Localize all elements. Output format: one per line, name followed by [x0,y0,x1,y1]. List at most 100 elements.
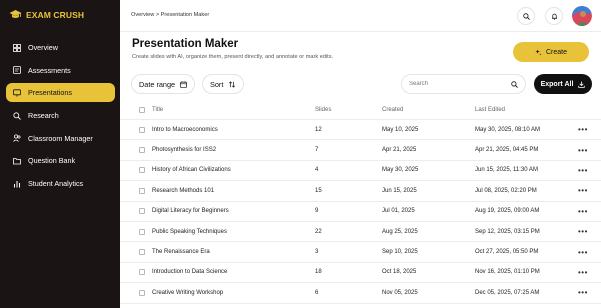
row-created: Oct 18, 2025 [382,269,417,276]
row-checkbox[interactable] [139,147,145,154]
create-button[interactable]: Create [513,42,589,62]
sparkle-icon [535,48,542,55]
column-header-last-edited[interactable]: Last Edited [475,100,505,119]
sidebar-item-assessments[interactable]: Assessments [6,61,115,80]
sidebar-nav: Overview Assessments Presentations Resea… [6,38,115,197]
more-options-icon[interactable]: ••• [578,263,588,282]
more-options-icon[interactable]: ••• [578,202,588,221]
sidebar-item-student-analytics[interactable]: Student Analytics [6,174,115,193]
export-all-button[interactable]: Export All [534,74,592,94]
row-checkbox[interactable] [139,126,145,133]
more-options-icon[interactable]: ••• [578,161,588,180]
column-header-slides[interactable]: Slides [315,100,331,119]
sidebar-item-classroom-manager[interactable]: Classroom Manager [6,129,115,148]
sort-button[interactable]: Sort [202,74,245,94]
column-header-created[interactable]: Created [382,100,403,119]
row-created: Aug 25, 2025 [382,228,418,235]
row-title[interactable]: History of African Civilizations [152,161,231,180]
row-created: Nov 05, 2025 [382,289,418,296]
row-title[interactable]: Digital Literacy for Beginners [152,202,229,221]
row-created: Jul 01, 2025 [382,208,415,215]
row-title[interactable]: Public Speaking Techniques [152,222,227,241]
row-slides: 18 [315,269,322,276]
notifications-button[interactable] [545,7,563,25]
sidebar-item-label: Assessments [28,65,71,75]
date-range-filter[interactable]: Date range [131,74,196,94]
column-header-title[interactable]: Title [152,100,163,119]
avatar[interactable] [572,6,592,26]
app-name: EXAM CRUSH [26,9,85,20]
table-header-row: Title Slides Created Last Edited [120,100,601,120]
row-last-edited: May 30, 2025, 08:10 AM [475,126,541,133]
table-row[interactable]: Creative Writing Workshop 6 Nov 05, 2025… [120,283,601,304]
sidebar-item-label: Overview [28,43,58,52]
date-range-label: Date range [139,79,176,89]
row-title[interactable]: Creative Writing Workshop [152,283,223,302]
bar-chart-icon [14,180,20,188]
create-button-label: Create [545,48,567,56]
calendar-icon [180,80,187,88]
top-bar: Overview > Presentation Maker [120,0,601,32]
row-created: May 30, 2025 [382,167,419,174]
row-last-edited: Jun 15, 2025, 11:30 AM [475,167,538,174]
search-icon [511,80,518,88]
search-input[interactable] [409,81,499,87]
row-title[interactable]: Research Methods 101 [152,181,214,200]
select-all-checkbox[interactable] [139,106,145,113]
dashboard-icon [13,43,21,52]
sidebar-item-label: Research [28,111,59,121]
row-checkbox[interactable] [139,208,145,215]
row-created: Jun 15, 2025 [382,187,417,194]
row-slides: 3 [315,249,319,256]
row-checkbox[interactable] [139,167,145,174]
search-icon [13,111,21,120]
table-row[interactable]: Introduction to Data Science 18 Oct 18, … [120,263,601,284]
sort-arrows-icon [229,80,236,88]
row-last-edited: Aug 19, 2025, 09:00 AM [475,208,540,215]
row-title[interactable]: Intro to Macroeconomics [152,120,218,139]
row-last-edited: Apr 21, 2025, 04:45 PM [475,147,539,154]
table-row[interactable]: The Renaissance Era 3 Sep 10, 2025 Oct 2… [120,242,601,263]
table-row[interactable]: Public Speaking Techniques 22 Aug 25, 20… [120,222,601,243]
search-icon [522,12,530,20]
user-avatar-icon [572,6,592,26]
search-button[interactable] [517,7,535,25]
row-created: Sep 10, 2025 [382,249,418,256]
sidebar-item-label: Question Bank [28,156,76,166]
breadcrumb: Overview > Presentation Maker [131,12,210,18]
sidebar-item-presentations[interactable]: Presentations [6,83,115,103]
row-checkbox[interactable] [139,187,145,194]
sidebar: EXAM CRUSH Overview Assessments Presenta… [0,0,120,308]
sidebar-item-research[interactable]: Research [6,106,115,125]
table-row[interactable]: History of African Civilizations 4 May 3… [120,161,601,182]
more-options-icon[interactable]: ••• [578,181,588,200]
row-title[interactable]: The Renaissance Era [152,242,210,261]
row-checkbox[interactable] [139,269,145,276]
table-row[interactable]: Digital Literacy for Beginners 9 Jul 01,… [120,202,601,222]
more-options-icon[interactable]: ••• [578,283,588,302]
sidebar-item-question-bank[interactable]: Question Bank [6,151,115,170]
page-title: Presentation Maker [132,38,239,50]
row-title[interactable]: Introduction to Data Science [152,263,227,282]
row-checkbox[interactable] [139,228,145,235]
more-options-icon[interactable]: ••• [578,242,588,261]
more-options-icon[interactable]: ••• [578,222,588,241]
more-options-icon[interactable]: ••• [578,140,588,159]
row-title[interactable]: Photosynthesis for ISS2 [152,140,216,159]
row-last-edited: Jul 08, 2025, 02:20 PM [475,187,537,194]
sidebar-item-overview[interactable]: Overview [6,38,115,57]
table-row[interactable]: Research Methods 101 15 Jun 15, 2025 Jul… [120,181,601,202]
row-checkbox[interactable] [139,249,145,256]
more-options-icon[interactable]: ••• [578,120,588,139]
folder-icon [13,158,21,165]
table-row[interactable]: Intro to Macroeconomics 12 May 10, 2025 … [120,120,601,141]
graduation-cap-icon [9,10,22,18]
app-logo[interactable]: EXAM CRUSH [9,9,84,20]
row-last-edited: Dec 05, 2025, 07:25 AM [475,289,540,296]
users-icon [13,134,21,143]
search-field[interactable] [401,74,526,94]
table-row[interactable]: Photosynthesis for ISS2 7 Apr 21, 2025 A… [120,140,601,161]
row-slides: 9 [315,208,319,215]
assessment-icon [13,66,21,75]
row-checkbox[interactable] [139,289,145,296]
